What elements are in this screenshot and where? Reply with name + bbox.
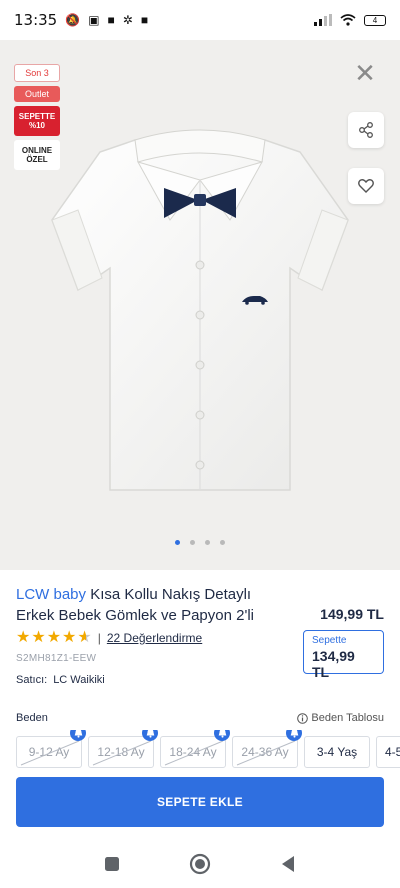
size-button[interactable]: 9-12 Ay	[16, 736, 82, 768]
notification-icons: 🔕 ▣ ■ ✲ ■	[65, 13, 148, 27]
product-image[interactable]	[40, 100, 360, 500]
home-icon[interactable]	[189, 853, 211, 875]
size-option[interactable]: 18-24 Ay	[160, 730, 230, 770]
size-option[interactable]: 3-4 Yaş	[304, 730, 370, 770]
basket-price: 134,99 TL	[312, 648, 355, 680]
size-option[interactable]: 24-36 Ay	[232, 730, 302, 770]
bell-icon[interactable]	[70, 730, 86, 741]
rating-stars: ★ ★ ★ ★ ★	[16, 630, 92, 646]
lock-icon: ■	[107, 13, 115, 27]
gallery-dot[interactable]	[220, 540, 225, 545]
star-icon: ★	[62, 629, 77, 646]
rating-row: ★ ★ ★ ★ ★ | 22 Değerlendirme	[16, 630, 202, 646]
half-star-icon: ★	[77, 629, 92, 646]
star-icon: ★	[46, 629, 62, 646]
size-button[interactable]: 18-24 Ay	[160, 736, 226, 768]
bell-icon[interactable]	[214, 730, 230, 741]
close-icon[interactable]: ✕	[352, 61, 378, 88]
back-icon[interactable]	[280, 855, 296, 873]
star-icon: ★	[16, 629, 31, 646]
size-table-label: Beden Tablosu	[311, 712, 384, 724]
app-icon: ■	[140, 13, 149, 27]
size-button[interactable]: 12-18 Ay	[88, 736, 154, 768]
system-icons: 4	[314, 14, 386, 26]
nfc-icon: ▣	[88, 13, 100, 27]
size-option[interactable]: 9-12 Ay	[16, 730, 86, 770]
size-button[interactable]: 3-4 Yaş	[304, 736, 370, 768]
gallery-pagination[interactable]	[0, 540, 400, 545]
brand-link[interactable]: LCW baby	[16, 586, 86, 603]
size-label: 3-4 Yaş	[316, 745, 358, 759]
product-sku: S2MH81Z1-EEW	[16, 653, 97, 664]
size-button[interactable]: 4-5 Yaş	[376, 736, 400, 768]
battery-icon: 4	[364, 14, 386, 26]
battery-level: 4	[372, 15, 378, 25]
info-icon	[297, 712, 309, 724]
gallery-dot[interactable]	[175, 540, 180, 545]
mute-icon: 🔕	[65, 13, 81, 27]
signal-icon	[314, 14, 332, 26]
seller-label: Satıcı:	[16, 674, 48, 686]
seller-name[interactable]: LC Waikiki	[53, 674, 105, 686]
stock-badge: Son 3	[14, 64, 60, 82]
size-button[interactable]: 24-36 Ay	[232, 736, 298, 768]
status-bar: 13:35 🔕 ▣ ■ ✲ ■ 4	[0, 0, 400, 40]
recents-icon[interactable]	[104, 856, 120, 872]
basket-price-box: Sepette 134,99 TL	[303, 630, 384, 680]
system-nav-bar	[0, 840, 400, 888]
gallery-dot[interactable]	[190, 540, 195, 545]
bell-icon[interactable]	[286, 730, 302, 741]
size-options: 9-12 Ay 12-18 Ay 18-24 Ay 24-36 Ay 3-4 Y…	[16, 730, 400, 770]
product-gallery[interactable]: Son 3 Outlet SEPETTE %10 ONLINE ÖZEL ✕	[0, 40, 400, 570]
size-label: Beden	[16, 712, 48, 724]
status-time: 13:35	[14, 11, 58, 29]
add-to-cart-button[interactable]: SEPETE EKLE	[16, 777, 384, 827]
size-label: 4-5 Yaş	[385, 745, 400, 759]
basket-price-label: Sepette	[312, 635, 347, 646]
seller-row: Satıcı: LC Waikiki	[16, 674, 105, 686]
product-title: LCW baby Kısa Kollu Nakış Detaylı Erkek …	[16, 584, 278, 626]
gallery-dot[interactable]	[205, 540, 210, 545]
wifi-icon	[340, 14, 356, 26]
shirt-illustration	[51, 129, 349, 491]
size-table-link[interactable]: Beden Tablosu	[297, 712, 384, 724]
size-option[interactable]: 4-5 Yaş	[376, 730, 400, 770]
size-header: Beden Beden Tablosu	[16, 712, 384, 724]
reviews-link[interactable]: 22 Değerlendirme	[107, 631, 202, 645]
star-icon: ★	[31, 629, 46, 646]
size-option[interactable]: 12-18 Ay	[88, 730, 158, 770]
bell-icon[interactable]	[142, 730, 158, 741]
price: 149,99 TL	[320, 606, 384, 622]
fan-icon: ✲	[122, 13, 133, 27]
separator: |	[97, 631, 101, 645]
